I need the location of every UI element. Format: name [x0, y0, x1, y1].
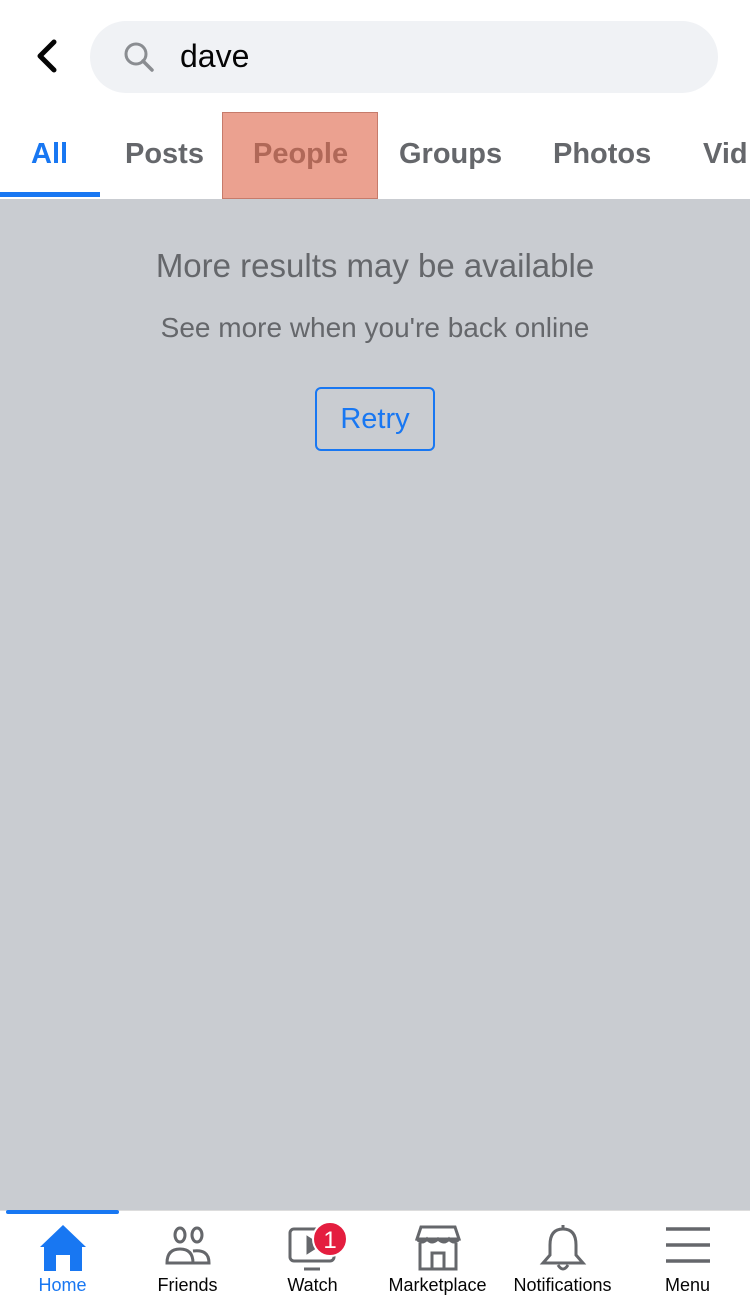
chevron-left-icon	[37, 39, 57, 73]
search-icon	[124, 42, 154, 72]
nav-friends[interactable]: Friends	[125, 1211, 250, 1300]
offline-title: More results may be available	[155, 247, 595, 284]
nav-notifications[interactable]: Notifications	[500, 1211, 625, 1300]
back-button[interactable]	[30, 36, 66, 76]
header: dave All Posts People Groups Photos Vid	[0, 0, 750, 199]
bell-icon	[539, 1225, 587, 1271]
tab-all[interactable]: All	[31, 138, 68, 171]
offline-subtitle: See more when you're back online	[160, 312, 590, 343]
nav-label: Notifications	[513, 1275, 612, 1295]
retry-button[interactable]: Retry	[315, 387, 435, 451]
tab-posts[interactable]: Posts	[125, 138, 204, 171]
nav-menu[interactable]: Menu	[625, 1211, 750, 1300]
results-area: More results may be available See more w…	[0, 197, 750, 1210]
nav-marketplace[interactable]: Marketplace	[375, 1211, 500, 1300]
marketplace-icon	[414, 1225, 462, 1271]
nav-label: Marketplace	[388, 1275, 487, 1295]
tab-photos[interactable]: Photos	[553, 138, 651, 171]
home-icon	[40, 1225, 86, 1271]
nav-label: Menu	[664, 1275, 711, 1295]
search-tabs: All Posts People Groups Photos Vid	[0, 112, 750, 197]
active-nav-indicator	[6, 1210, 119, 1214]
notification-badge: 1	[312, 1221, 348, 1257]
nav-label: Watch	[287, 1275, 338, 1295]
friends-icon	[165, 1226, 211, 1265]
nav-label: Home	[38, 1275, 87, 1295]
tab-people[interactable]: People	[253, 138, 348, 171]
tab-groups[interactable]: Groups	[399, 138, 502, 171]
search-query: dave	[180, 38, 250, 74]
nav-home[interactable]: Home	[0, 1211, 125, 1300]
nav-watch[interactable]: 1 Watch	[250, 1211, 375, 1300]
menu-icon	[666, 1227, 710, 1263]
search-input[interactable]: dave	[90, 21, 718, 93]
bottom-nav: Home Friends 1 Watch Marketplace Notific…	[0, 1210, 750, 1299]
nav-label: Friends	[157, 1275, 218, 1295]
tab-videos[interactable]: Vid	[703, 138, 748, 171]
